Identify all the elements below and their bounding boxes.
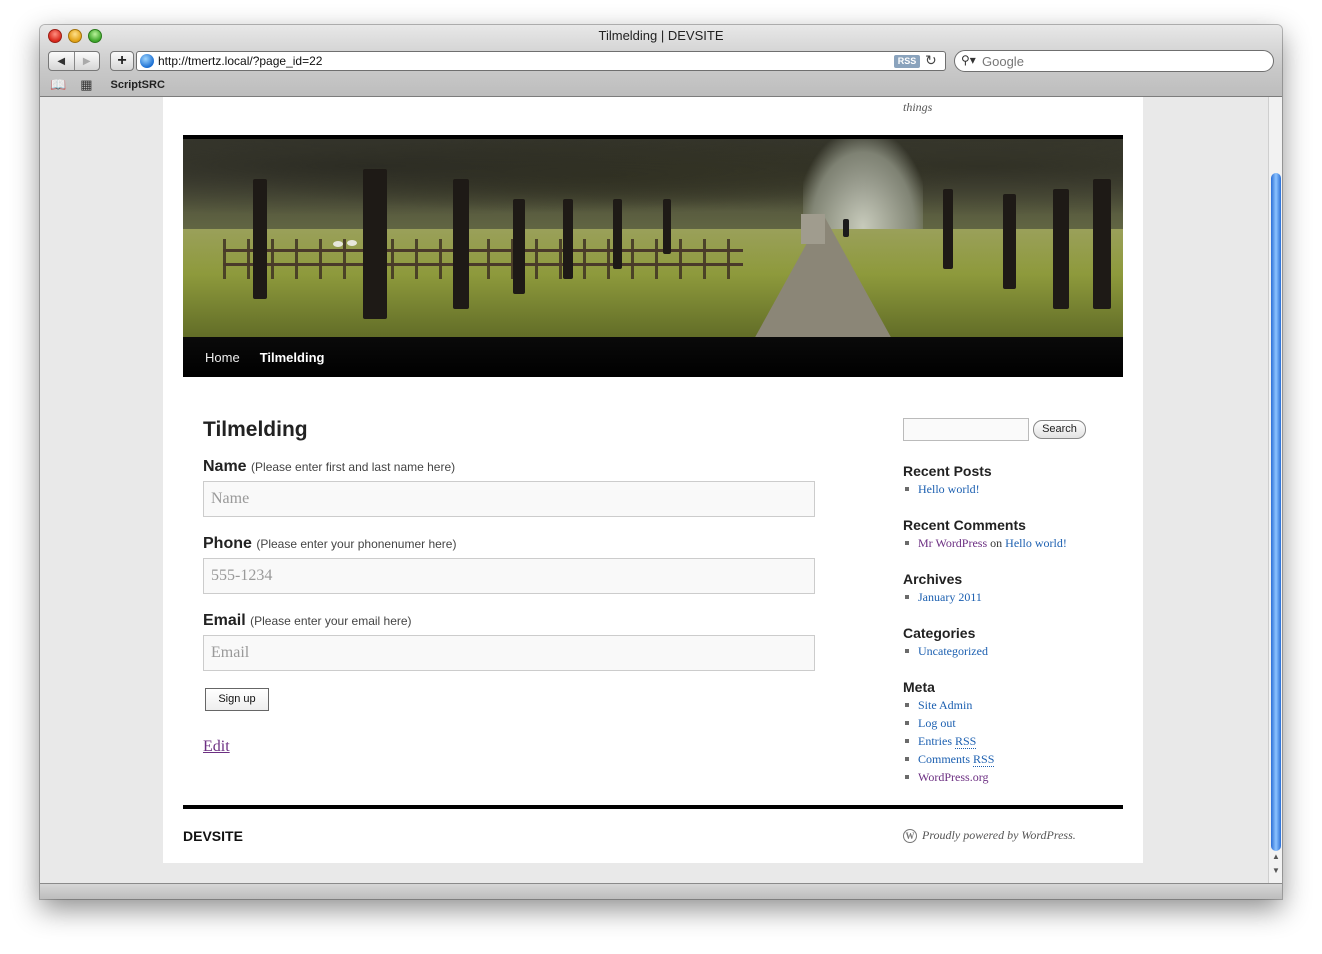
entries-text: Entries <box>918 734 952 748</box>
back-arrow-icon[interactable]: ◀ <box>49 52 75 70</box>
list-item: Mr WordPress on Hello world! <box>903 534 1067 552</box>
email-label: Email (Please enter your email here) <box>203 612 412 630</box>
scroll-up-icon[interactable]: ▲ <box>1270 851 1282 863</box>
name-hint: (Please enter first and last name here) <box>251 460 456 474</box>
header-tree-trunk <box>1003 194 1016 289</box>
recent-comments-title: Recent Comments <box>903 517 1026 533</box>
scroll-down-icon[interactable]: ▼ <box>1270 865 1282 877</box>
email-field[interactable]: Email <box>203 635 815 671</box>
web-viewport: things Home Tilmelding Tilmelding Name (… <box>40 97 1268 883</box>
name-field[interactable]: Name <box>203 481 815 517</box>
search-placeholder: Google <box>982 54 1024 69</box>
archives-title: Archives <box>903 571 963 587</box>
page-title: Tilmelding <box>203 418 308 441</box>
sign-up-button[interactable]: Sign up <box>205 688 269 711</box>
main-navigation: Home Tilmelding <box>183 337 1123 377</box>
meta-entries-rss-link[interactable]: Entries RSS <box>903 732 994 750</box>
header-tree-trunk <box>1053 189 1069 309</box>
address-bar[interactable]: http://tmertz.local/?page_id=22 RSS ↻ <box>136 51 946 71</box>
site-tagline: things <box>903 100 933 114</box>
grid-icon[interactable]: ▦ <box>80 77 92 93</box>
comment-post-link[interactable]: Hello world! <box>1005 536 1067 550</box>
search-icon[interactable]: ⚲▾ <box>961 53 976 67</box>
meta-site-admin-link[interactable]: Site Admin <box>903 696 994 714</box>
header-tree-trunk <box>453 179 469 309</box>
vertical-scrollbar[interactable]: ▲ ▼ <box>1268 97 1282 883</box>
list-item[interactable]: Uncategorized <box>903 642 988 660</box>
header-tree-trunk <box>663 199 671 254</box>
rss-abbr: RSS <box>955 734 977 749</box>
meta-log-out-link[interactable]: Log out <box>903 714 994 732</box>
email-label-text: Email <box>203 612 246 629</box>
header-tree-trunk <box>943 189 953 269</box>
header-tree-trunk <box>513 199 525 294</box>
history-buttons: ◀ ▶ <box>48 51 100 71</box>
header-walker <box>843 219 849 237</box>
header-tree-trunk <box>613 199 622 269</box>
header-fence-rail-lower <box>223 263 743 266</box>
nav-item-home[interactable]: Home <box>205 350 240 365</box>
browser-window: Tilmelding | DEVSITE ◀ ▶ + http://tmertz… <box>40 25 1282 899</box>
list-item[interactable]: Hello world! <box>903 480 980 498</box>
browser-toolbar: Tilmelding | DEVSITE ◀ ▶ + http://tmertz… <box>40 25 1282 97</box>
header-sheep <box>347 240 357 246</box>
recent-posts-title: Recent Posts <box>903 463 992 479</box>
phone-label-text: Phone <box>203 535 252 552</box>
header-sheep <box>333 241 343 247</box>
bookmark-scriptsrc[interactable]: ScriptSRC <box>110 79 164 91</box>
forward-arrow-icon[interactable]: ▶ <box>75 52 100 70</box>
window-title: Tilmelding | DEVSITE <box>598 28 724 43</box>
recent-comments-list: Mr WordPress on Hello world! <box>903 534 1067 552</box>
header-tree-trunk <box>253 179 267 299</box>
meta-wordpress-org-link[interactable]: WordPress.org <box>903 768 994 786</box>
footer-site-name[interactable]: DEVSITE <box>183 828 243 844</box>
archives-list: January 2011 <box>903 588 982 606</box>
comment-on-text: on <box>990 536 1003 550</box>
browser-search-field[interactable]: ⚲▾ Google <box>954 50 1274 72</box>
name-label-text: Name <box>203 458 247 475</box>
footer-divider <box>183 805 1123 809</box>
header-tree-trunk <box>363 169 387 319</box>
status-bar <box>40 883 1282 899</box>
recent-posts-list: Hello world! <box>903 480 980 498</box>
add-bookmark-button[interactable]: + <box>110 51 134 71</box>
site-globe-icon <box>140 54 154 68</box>
wordpress-logo-icon: W <box>903 828 917 843</box>
meta-list: Site Admin Log out Entries RSS Comments … <box>903 696 995 786</box>
scroll-thumb[interactable] <box>1271 173 1281 851</box>
header-road-far <box>801 214 825 244</box>
footer-powered-text: Proudly powered by WordPress. <box>922 828 1076 842</box>
meta-title: Meta <box>903 679 935 695</box>
nav-item-tilmelding[interactable]: Tilmelding <box>260 350 325 365</box>
list-item[interactable]: January 2011 <box>903 588 982 606</box>
comment-author-link[interactable]: Mr WordPress <box>918 536 987 550</box>
header-canopy <box>183 139 1123 229</box>
email-hint: (Please enter your email here) <box>250 614 412 628</box>
categories-list: Uncategorized <box>903 642 988 660</box>
open-book-icon[interactable]: 📖 <box>50 77 66 93</box>
meta-comments-rss-link[interactable]: Comments RSS <box>903 750 995 768</box>
header-tree-trunk <box>1093 179 1111 309</box>
phone-hint: (Please enter your phonenumer here) <box>256 537 457 551</box>
rss-badge[interactable]: RSS <box>894 55 920 68</box>
header-tree-trunk <box>563 199 573 279</box>
rss-abbr: RSS <box>973 752 995 767</box>
page-container: things Home Tilmelding Tilmelding Name (… <box>163 97 1143 863</box>
phone-label: Phone (Please enter your phonenumer here… <box>203 535 456 553</box>
categories-title: Categories <box>903 625 976 641</box>
address-text[interactable]: http://tmertz.local/?page_id=22 <box>158 54 322 68</box>
comments-text: Comments <box>918 752 971 766</box>
sidebar-search-input[interactable] <box>903 418 1029 441</box>
footer-powered-by[interactable]: W Proudly powered by WordPress. <box>903 828 1076 843</box>
edit-link[interactable]: Edit <box>203 738 230 756</box>
bookmarks-bar: 📖 ▦ ScriptSRC <box>50 77 165 93</box>
name-label: Name (Please enter first and last name h… <box>203 458 455 476</box>
phone-field[interactable]: 555-1234 <box>203 558 815 594</box>
reload-icon[interactable]: ↻ <box>925 52 937 69</box>
sidebar-search-button[interactable]: Search <box>1033 420 1086 439</box>
header-image <box>183 135 1123 337</box>
